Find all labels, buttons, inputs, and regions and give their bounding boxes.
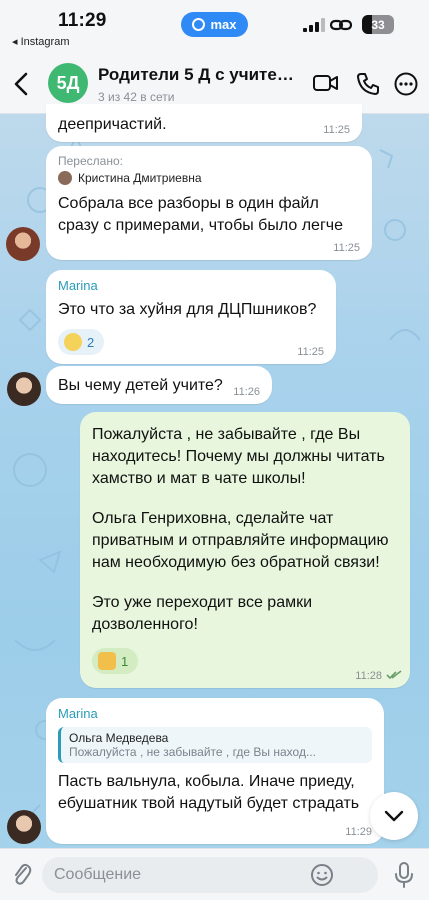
quote-text: Пожалуйста , не забывайте , где Вы наход… (69, 745, 316, 759)
quote-author: Ольга Медведева (69, 731, 169, 745)
message-text: Пасть вальнула, кобыла. Иначе приеду, еб… (58, 773, 360, 812)
message-bubble-reply[interactable]: Marina Ольга Медведева Пожалуйста , не з… (46, 698, 384, 844)
phone-icon[interactable] (356, 72, 380, 96)
max-logo-icon (192, 18, 206, 31)
sender-name[interactable]: Marina (58, 706, 372, 721)
message-paragraph: Это уже переходит все рамки дозволенного… (92, 594, 313, 633)
chevron-down-icon (384, 810, 404, 822)
more-options-icon[interactable] (394, 72, 418, 96)
message-time: 11:29 (345, 826, 372, 838)
microphone-icon[interactable] (394, 861, 414, 889)
message-paragraph: Пожалуйста , не забывайте , где Вы наход… (92, 426, 385, 487)
message-text: деепричастий. (58, 116, 167, 133)
thumbs-up-icon (98, 652, 116, 670)
scroll-down-button[interactable] (370, 792, 418, 840)
forwarded-from-name: Кристина Дмитриевна (78, 171, 202, 185)
clock: 11:29 (58, 10, 107, 31)
message-text: Это что за хуйня для ДЦПшников? (58, 301, 317, 318)
sender-name[interactable]: Marina (58, 278, 324, 293)
back-arrow-icon[interactable] (10, 70, 34, 98)
forwarded-label: Переслано: (58, 154, 123, 168)
forwarded-from[interactable]: Кристина Дмитриевна (58, 171, 360, 185)
message-time: 11:25 (297, 346, 324, 358)
signal-icon (303, 18, 325, 32)
message-bubble-forwarded[interactable]: Переслано: Кристина Дмитриевна Собрала в… (46, 146, 372, 260)
sender-avatar[interactable] (7, 372, 41, 406)
message-text: Вы чему детей учите? (58, 377, 223, 394)
app-pill: max (181, 12, 248, 37)
read-checkmarks-icon (386, 670, 402, 680)
message-bubble[interactable]: Marina Это что за хуйня для ДЦПшников? 2… (46, 270, 336, 364)
chat-title[interactable]: Родители 5 Д с учите… (98, 65, 294, 85)
status-bar: 11:29 ◂ Instagram max 33 (0, 0, 429, 54)
reaction-count: 2 (87, 334, 95, 350)
message-bubble[interactable]: деепричастий. 11:25 (46, 104, 362, 142)
message-composer: Сообщение (0, 848, 429, 900)
online-count: 3 из 42 в сети (98, 90, 175, 104)
forwarded-avatar (58, 171, 72, 185)
message-bubble-outgoing[interactable]: Пожалуйста , не забывайте , где Вы наход… (80, 412, 410, 688)
message-time: 11:25 (333, 242, 360, 254)
back-to-app-link[interactable]: ◂ Instagram (12, 35, 70, 48)
message-time: 11:26 (233, 386, 260, 398)
emoji-icon[interactable] (310, 863, 334, 887)
reaction-chip[interactable]: 2 (58, 329, 105, 355)
message-time: 11:25 (323, 124, 350, 136)
sender-avatar[interactable] (7, 810, 41, 844)
reaction-count: 1 (121, 653, 129, 669)
sender-avatar[interactable] (6, 227, 40, 261)
emoji-face-icon (64, 333, 82, 351)
battery-level: 33 (371, 17, 385, 32)
reaction-chip[interactable]: 1 (92, 648, 139, 674)
link-icon (330, 19, 352, 31)
battery-icon: 33 (362, 15, 394, 34)
message-text: Собрала все разборы в один файл сразу с … (58, 195, 344, 234)
app-pill-label: max (210, 17, 237, 32)
reply-quote[interactable]: Ольга Медведева Пожалуйста , не забывайт… (58, 727, 372, 763)
message-time: 11:28 (355, 670, 382, 682)
video-call-icon[interactable] (313, 72, 339, 94)
message-paragraph: Ольга Генриховна, сделайте чат приватным… (92, 510, 389, 571)
group-avatar[interactable]: 5Д (48, 63, 88, 103)
message-bubble[interactable]: Вы чему детей учите? 11:26 (46, 366, 272, 404)
attach-icon[interactable] (12, 862, 32, 888)
